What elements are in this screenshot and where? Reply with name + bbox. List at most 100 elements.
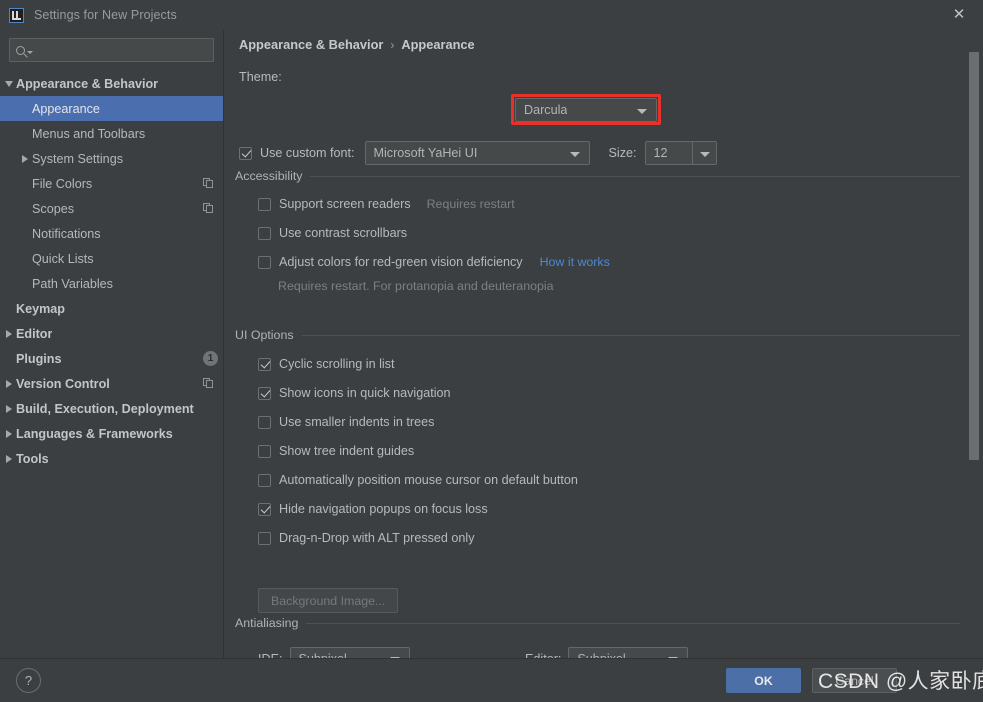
ui-option-5[interactable]: Hide navigation popups on focus loss: [258, 502, 488, 516]
tree-indent-guides-checkbox[interactable]: [258, 444, 271, 458]
sidebar-item-tools[interactable]: Tools: [0, 446, 223, 471]
copy-icon: [203, 178, 214, 189]
antialiasing-ide-row: IDE: Subpixel: [258, 647, 410, 658]
sidebar-item-keymap[interactable]: Keymap: [0, 296, 223, 321]
window-title: Settings for New Projects: [34, 8, 177, 22]
support-screen-readers-checkbox[interactable]: [258, 197, 271, 211]
chevron-right-icon[interactable]: [18, 154, 32, 163]
sidebar-item-menus-and-toolbars[interactable]: Menus and Toolbars: [0, 121, 223, 146]
auto-position-cursor-checkbox[interactable]: [258, 473, 271, 487]
ui-option-0[interactable]: Cyclic scrolling in list: [258, 357, 394, 371]
theme-label: Theme:: [239, 70, 282, 84]
sidebar-item-quick-lists[interactable]: Quick Lists: [0, 246, 223, 271]
ui-option-2[interactable]: Use smaller indents in trees: [258, 415, 434, 429]
section-divider: [310, 175, 960, 177]
sidebar-item-file-colors[interactable]: File Colors: [0, 171, 223, 196]
section-divider: [306, 622, 960, 624]
use-custom-font-label: Use custom font:: [260, 146, 355, 160]
how-it-works-link[interactable]: How it works: [540, 255, 610, 269]
plugins-update-badge: 1: [203, 351, 218, 366]
theme-selected-value: Darcula: [524, 103, 568, 117]
ui-option-4[interactable]: Automatically position mouse cursor on d…: [258, 473, 578, 487]
font-family-select[interactable]: Microsoft YaHei UI: [364, 141, 590, 165]
hide-nav-popups-checkbox[interactable]: [258, 502, 271, 516]
ui-option-1[interactable]: Show icons in quick navigation: [258, 386, 451, 400]
help-icon[interactable]: ?: [16, 668, 41, 693]
use-contrast-scrollbars-checkbox[interactable]: [258, 226, 271, 240]
sidebar-item-label: File Colors: [32, 176, 93, 191]
ui-option-6[interactable]: Drag-n-Drop with ALT pressed only: [258, 531, 475, 545]
search-box[interactable]: [9, 38, 214, 62]
ui-options-title: UI Options: [235, 328, 294, 342]
breadcrumb-parent[interactable]: Appearance & Behavior: [239, 37, 383, 52]
sidebar-item-editor[interactable]: Editor: [0, 321, 223, 346]
breadcrumb: Appearance & Behavior › Appearance: [239, 37, 475, 52]
chevron-down-icon[interactable]: [2, 80, 16, 87]
use-custom-font-checkbox[interactable]: [239, 146, 252, 160]
chevron-right-icon[interactable]: [2, 404, 16, 413]
adjust-colors-label: Adjust colors for red-green vision defic…: [279, 255, 523, 269]
ok-button[interactable]: OK: [726, 668, 801, 693]
sidebar-item-label: Appearance: [32, 101, 100, 116]
sidebar-item-label: Scopes: [32, 201, 75, 216]
sidebar-item-version-control[interactable]: Version Control: [0, 371, 223, 396]
sidebar-item-build-execution-deployment[interactable]: Build, Execution, Deployment: [0, 396, 223, 421]
copy-icon: [203, 378, 214, 389]
ui-option-3[interactable]: Show tree indent guides: [258, 444, 414, 458]
sidebar-item-label: Build, Execution, Deployment: [16, 401, 194, 416]
cyclic-scrolling-checkbox[interactable]: [258, 357, 271, 371]
sidebar-item-system-settings[interactable]: System Settings: [0, 146, 223, 171]
font-size-label: Size:: [608, 146, 637, 160]
twisty-glyph: [6, 329, 12, 338]
search-input[interactable]: [37, 43, 213, 57]
support-screen-readers-label: Support screen readers: [279, 197, 411, 211]
sidebar-item-appearance[interactable]: Appearance: [0, 96, 223, 121]
sidebar-item-scopes[interactable]: Scopes: [0, 196, 223, 221]
accessibility-option-0[interactable]: Support screen readers Requires restart: [258, 197, 515, 211]
theme-row: Theme:: [239, 70, 282, 84]
antialiasing-ide-select[interactable]: Subpixel: [289, 647, 410, 658]
show-icons-quick-nav-checkbox[interactable]: [258, 386, 271, 400]
sidebar-item-path-variables[interactable]: Path Variables: [0, 271, 223, 296]
adjust-colors-checkbox[interactable]: [258, 255, 271, 269]
antialiasing-title: Antialiasing: [235, 616, 299, 630]
sidebar-item-notifications[interactable]: Notifications: [0, 221, 223, 246]
antialiasing-editor-row: Editor: Subpixel: [525, 647, 689, 658]
smaller-indents-checkbox[interactable]: [258, 415, 271, 429]
font-size-stepper[interactable]: 12: [644, 141, 717, 165]
chevron-right-icon[interactable]: [2, 454, 16, 463]
sidebar-item-appearance-behavior[interactable]: Appearance & Behavior: [0, 71, 223, 96]
sidebar-item-label: Appearance & Behavior: [16, 76, 159, 91]
auto-position-cursor-label: Automatically position mouse cursor on d…: [279, 473, 578, 487]
accessibility-section-header: Accessibility: [235, 169, 960, 183]
close-icon[interactable]: ✕: [949, 6, 969, 24]
theme-select[interactable]: Darcula: [515, 98, 657, 122]
accessibility-option-2[interactable]: Adjust colors for red-green vision defic…: [258, 255, 610, 269]
chevron-down-icon: [27, 50, 33, 54]
chevron-down-icon[interactable]: [699, 152, 710, 157]
chevron-right-icon[interactable]: [2, 329, 16, 338]
font-size-value: 12: [653, 146, 668, 160]
hide-nav-popups-label: Hide navigation popups on focus loss: [279, 502, 488, 516]
main-panel-scrollbar[interactable]: [969, 52, 979, 460]
accessibility-option-1[interactable]: Use contrast scrollbars: [258, 226, 407, 240]
drag-n-drop-alt-label: Drag-n-Drop with ALT pressed only: [279, 531, 475, 545]
chevron-right-icon[interactable]: [2, 429, 16, 438]
custom-font-row: Use custom font: Microsoft YaHei UI Size…: [239, 141, 717, 165]
sidebar-search-wrap: [0, 30, 223, 62]
sidebar-item-plugins[interactable]: Plugins 1: [0, 346, 223, 371]
twisty-glyph: [6, 454, 12, 463]
sidebar-item-languages-frameworks[interactable]: Languages & Frameworks: [0, 421, 223, 446]
title-bar: Settings for New Projects ✕: [0, 0, 983, 30]
chevron-right-icon[interactable]: [2, 379, 16, 388]
accessibility-title: Accessibility: [235, 169, 303, 183]
sidebar-item-label: Quick Lists: [32, 251, 94, 266]
antialiasing-editor-select[interactable]: Subpixel: [568, 647, 689, 658]
breadcrumb-separator-icon: ›: [390, 37, 395, 52]
intellij-idea-logo-icon: [9, 7, 24, 23]
drag-n-drop-alt-checkbox[interactable]: [258, 531, 271, 545]
search-icon: [16, 45, 25, 55]
csdn-watermark: CSDN @人家卧底: [818, 670, 983, 693]
background-image-button[interactable]: Background Image...: [258, 588, 399, 613]
use-custom-font-checkbox-row[interactable]: Use custom font:: [239, 146, 355, 160]
